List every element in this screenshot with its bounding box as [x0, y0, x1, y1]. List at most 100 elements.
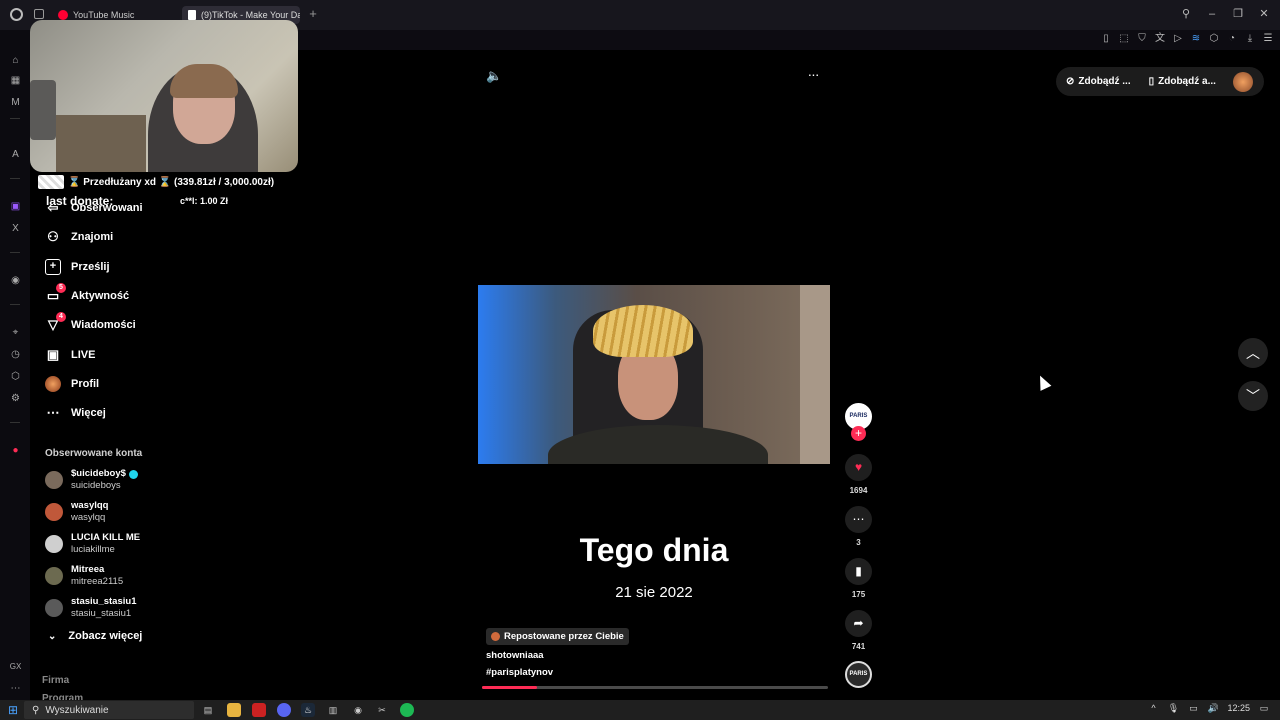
restore-icon[interactable]: ❐: [1230, 6, 1246, 22]
share-count: 741: [851, 642, 866, 651]
like-button[interactable]: ♥ 1694: [845, 454, 872, 495]
network-icon[interactable]: ▭: [1187, 702, 1199, 714]
history-icon[interactable]: ◷: [9, 348, 22, 361]
task-view-icon[interactable]: ▤: [201, 703, 215, 717]
taskbar-search[interactable]: ⚲ Wyszukiwanie: [24, 701, 194, 719]
account-username: stasiu_stasiu1: [71, 608, 132, 619]
clock[interactable]: 12:25: [1227, 703, 1250, 713]
avatar[interactable]: [1233, 72, 1253, 92]
chevron-up-icon: ︿: [1246, 345, 1260, 361]
player-icon[interactable]: ◉: [9, 274, 22, 287]
more-options-icon[interactable]: ···: [804, 67, 822, 84]
app-icon[interactable]: ▥: [326, 703, 340, 717]
audio-wave-icon[interactable]: ≋: [1190, 33, 1202, 45]
get-app-button[interactable]: ▯ Zdobądź a...: [1149, 76, 1216, 87]
chevron-down-icon: ⌄: [48, 630, 57, 642]
avatar: [45, 471, 63, 489]
followed-account[interactable]: LUCIA KILL ME luciakillme: [45, 530, 140, 558]
download-icon[interactable]: ⤓: [1244, 33, 1256, 45]
twitch-icon[interactable]: ▣: [9, 200, 22, 213]
donation-goal-bar: ⌛ Przedłużany xd ⌛ (339.81zł / 3,000.00z…: [34, 172, 296, 192]
followed-account[interactable]: wasylqq wasylqq: [45, 498, 109, 526]
speaker-icon[interactable]: 🔊: [1207, 702, 1219, 714]
nav-upload[interactable]: + Prześlij: [45, 257, 110, 277]
save-button[interactable]: ▮ 175: [845, 558, 872, 599]
snapshot-icon[interactable]: ⬚: [1118, 33, 1130, 45]
settings-icon[interactable]: ⚙: [9, 392, 22, 405]
opera-gx-icon[interactable]: [252, 703, 266, 717]
x-icon[interactable]: X: [9, 222, 22, 235]
nav-activity[interactable]: ▭ 5 Aktywność: [45, 283, 129, 306]
nav-profile[interactable]: Profil: [45, 374, 99, 394]
see-more-button[interactable]: ⌄ Zobacz więcej: [48, 630, 142, 642]
profile-icon[interactable]: ◔: [1226, 33, 1238, 45]
steam-icon[interactable]: ♨: [301, 703, 315, 717]
account-name: wasylqq: [71, 500, 109, 511]
comment-button[interactable]: ⋯ 3: [845, 506, 872, 547]
nav-more[interactable]: ⋯ Więcej: [45, 403, 106, 423]
play-icon[interactable]: ▷: [1172, 33, 1184, 45]
footer-link-company[interactable]: Firma: [42, 675, 69, 686]
translate-icon[interactable]: 文: [1154, 33, 1166, 45]
pin-icon[interactable]: ⌖: [9, 326, 22, 339]
chevron-down-icon: ﹀: [1246, 388, 1260, 404]
nav-following[interactable]: ⇦ Obserwowani: [45, 198, 143, 218]
obs-icon[interactable]: ◉: [351, 703, 365, 717]
extensions-rail-icon[interactable]: ⬡: [9, 370, 22, 383]
bookmark-icon[interactable]: ▯: [1100, 33, 1112, 45]
tiktok-icon: [188, 10, 196, 20]
gx-logo-icon[interactable]: GX: [9, 660, 22, 673]
share-button[interactable]: ➦ 741: [845, 610, 872, 651]
volume-icon[interactable]: 🔈: [486, 68, 502, 84]
spotify-icon[interactable]: [400, 703, 414, 717]
vpn-shield-icon[interactable]: ⛉: [1136, 33, 1148, 45]
new-tab-button[interactable]: +: [306, 7, 320, 21]
coin-icon: ⊘: [1066, 76, 1075, 87]
footer-link-program[interactable]: Program: [42, 693, 83, 700]
notifications-icon[interactable]: ▭: [1258, 702, 1270, 714]
video-hashtag[interactable]: #parisplatynov: [486, 667, 553, 678]
minimize-icon[interactable]: –: [1204, 6, 1220, 22]
account-username: suicideboys: [71, 480, 121, 491]
gx-corner-icon[interactable]: ●: [9, 444, 22, 457]
controls-icon[interactable]: ▦: [9, 74, 22, 87]
opera-logo-icon[interactable]: [10, 8, 23, 21]
chevron-up-icon[interactable]: ^: [1147, 702, 1159, 714]
nav-live[interactable]: ▣ LIVE: [45, 345, 96, 365]
get-coins-button[interactable]: ⊘ Zdobądź ...: [1066, 76, 1131, 87]
video-author[interactable]: shotowniaaa: [486, 650, 544, 661]
capcut-icon[interactable]: ✂: [375, 703, 389, 717]
close-icon[interactable]: ✕: [1256, 6, 1272, 22]
followed-account[interactable]: stasiu_stasiu1 stasiu_stasiu1: [45, 594, 136, 622]
workspaces-icon[interactable]: [34, 9, 44, 19]
avatar: [45, 599, 63, 617]
windows-start-icon[interactable]: ⊞: [6, 703, 20, 717]
donation-text: ⌛ Przedłużany xd ⌛ (339.81zł / 3,000.00z…: [68, 176, 275, 188]
followed-account[interactable]: $uicideboy$ suicideboys: [45, 466, 138, 494]
next-video-button[interactable]: ﹀: [1238, 381, 1268, 411]
followed-account[interactable]: Mitreea mitreea2115: [45, 562, 123, 590]
nav-messages[interactable]: ▽ 4 Wiadomości: [45, 312, 136, 335]
aria-icon[interactable]: A: [9, 148, 22, 161]
upload-icon: +: [45, 259, 61, 275]
video-progress-bar[interactable]: [482, 686, 828, 689]
search-placeholder: Wyszukiwanie: [45, 704, 109, 716]
file-explorer-icon[interactable]: [227, 703, 241, 717]
more-rail-icon[interactable]: ⋯: [9, 682, 22, 695]
account-name: $uicideboy$: [71, 468, 126, 479]
extensions-icon[interactable]: ⬡: [1208, 33, 1220, 45]
share-icon: ➦: [845, 610, 872, 637]
microphone-icon[interactable]: 🎙: [1167, 702, 1179, 714]
follow-plus-button[interactable]: +: [851, 426, 866, 441]
discord-icon[interactable]: [277, 703, 291, 717]
menu-icon[interactable]: ☰: [1262, 33, 1274, 45]
music-disc[interactable]: PARIS: [845, 661, 872, 688]
nav-friends[interactable]: ⚇ Znajomi: [45, 227, 113, 247]
messenger-icon[interactable]: M: [9, 96, 22, 109]
home-icon[interactable]: ⌂: [9, 54, 22, 67]
previous-video-button[interactable]: ︿: [1238, 338, 1268, 368]
live-icon: ▣: [46, 347, 60, 362]
search-icon[interactable]: ⚲: [1178, 6, 1194, 22]
get-coins-label: Zdobądź ...: [1078, 76, 1131, 87]
video-player[interactable]: [478, 285, 830, 464]
